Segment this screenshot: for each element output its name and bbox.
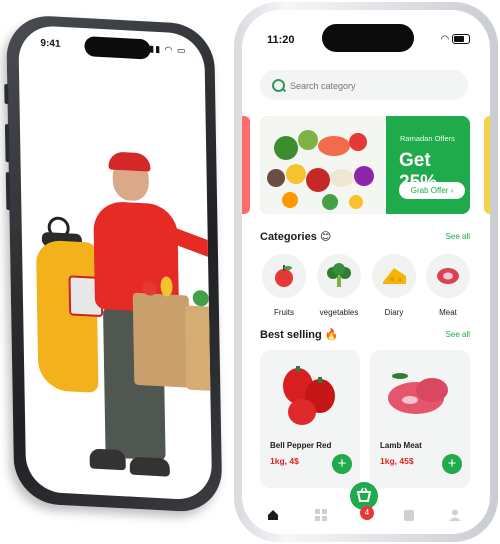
clipboard-icon[interactable]: [402, 508, 416, 522]
product-card[interactable]: Bell Pepper Red 1kg, 4$ +: [260, 350, 360, 488]
apple-icon: [262, 254, 306, 298]
wifi-icon: ◠: [440, 34, 450, 45]
vegetable-icon: [210, 296, 213, 310]
carousel-next-peek[interactable]: [484, 116, 490, 214]
categories-see-all-link[interactable]: See all: [446, 232, 470, 241]
broccoli-icon: [317, 254, 361, 298]
right-phone: 11:20 ◠ Search category Ramadan Offers G…: [234, 2, 498, 542]
grocery-bag: [184, 305, 213, 393]
product-card[interactable]: Lamb Meat 1kg, 45$ +: [370, 350, 470, 488]
profile-icon[interactable]: [448, 508, 462, 522]
grab-offer-button[interactable]: Grab Offer ›: [399, 182, 465, 199]
vegetable-icon: [192, 289, 209, 307]
carousel-prev-peek[interactable]: [242, 116, 250, 214]
lamb-meat-image: [388, 373, 448, 414]
delivery-illustration: [18, 25, 213, 477]
categories-title: Categories 😊: [260, 231, 332, 243]
battery-icon: [452, 34, 470, 45]
banner-subtitle: Ramadan Offers: [400, 134, 455, 143]
category-label: vegetables: [319, 308, 359, 317]
left-phone-screen: 9:41 ▮▮ ◠ ▭: [18, 24, 213, 501]
add-to-cart-button[interactable]: +: [332, 454, 352, 474]
category-label: Meat: [439, 308, 457, 317]
cart-count-badge: 4: [360, 506, 374, 520]
best-selling-see-all-link[interactable]: See all: [446, 330, 470, 339]
home-icon[interactable]: [266, 508, 280, 522]
best-selling-title: Best selling 🔥: [260, 329, 339, 341]
groceries-illustration: [267, 130, 374, 210]
courier-shoe: [89, 448, 126, 471]
app-screen: 11:20 ◠ Search category Ramadan Offers G…: [242, 10, 490, 534]
category-meat[interactable]: Meat: [425, 254, 471, 317]
cheese-icon: [372, 254, 416, 298]
dynamic-island: [322, 24, 414, 52]
meat-icon: [426, 254, 470, 298]
side-button: [4, 83, 9, 105]
search-bar[interactable]: [260, 70, 468, 100]
status-icons: ▮▮ ◠ ▭: [149, 43, 187, 56]
grid-icon[interactable]: [314, 508, 328, 522]
vegetable-icon: [160, 276, 173, 297]
product-name: Bell Pepper Red: [270, 441, 332, 450]
category-label: Fruits: [274, 308, 294, 317]
volume-up-button: [4, 123, 10, 163]
status-icons: ◠: [440, 34, 470, 45]
dynamic-island: [84, 36, 151, 60]
courier-shoe: [129, 456, 170, 477]
promo-banner[interactable]: Ramadan Offers Get 25% Grab Offer ›: [260, 116, 470, 214]
search-icon: [272, 79, 285, 92]
add-to-cart-button[interactable]: +: [442, 454, 462, 474]
product-price: 1kg, 45$: [380, 456, 414, 466]
grocery-bag: [132, 292, 191, 388]
product-price: 1kg, 4$: [270, 456, 299, 466]
status-time: 9:41: [40, 37, 61, 50]
status-time: 11:20: [267, 34, 295, 46]
courier-cap: [108, 151, 151, 172]
category-label: Diary: [384, 308, 404, 317]
search-input[interactable]: [288, 76, 462, 96]
groceries-image: [260, 116, 386, 214]
product-name: Lamb Meat: [380, 441, 422, 450]
category-vegetables[interactable]: vegetables: [316, 254, 362, 317]
volume-down-button: [5, 172, 11, 211]
bell-pepper-image: [283, 366, 335, 425]
category-fruits[interactable]: Fruits: [261, 254, 307, 317]
category-dairy[interactable]: Diary: [371, 254, 417, 317]
left-phone: 9:41 ▮▮ ◠ ▭: [4, 14, 223, 514]
vegetable-icon: [142, 281, 157, 296]
